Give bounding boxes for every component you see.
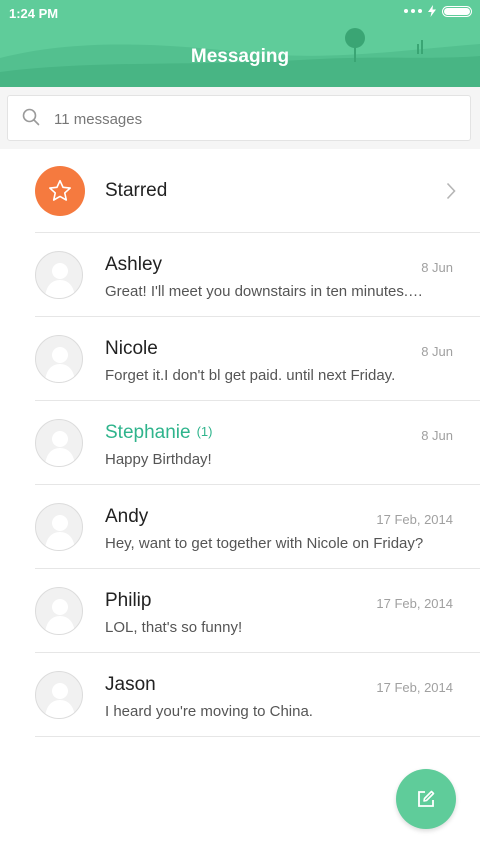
person-icon: [45, 347, 75, 382]
message-date: 17 Feb, 2014: [376, 512, 453, 527]
charging-icon: [428, 5, 436, 17]
starred-row[interactable]: Starred: [0, 149, 480, 233]
starred-label: Starred: [105, 180, 168, 201]
message-preview: Happy Birthday!: [105, 451, 212, 468]
page-title: Messaging: [190, 46, 290, 67]
message-date: 8 Jun: [421, 260, 453, 275]
person-icon: [45, 263, 75, 298]
conversation-row[interactable]: Philip 17 Feb, 2014 LOL, that's so funny…: [0, 569, 480, 653]
person-icon: [45, 599, 75, 634]
contact-name: Philip: [105, 590, 152, 611]
avatar: [35, 587, 83, 635]
conversation-list: Starred Ashley 8 Jun Great! I'll meet yo…: [0, 149, 480, 737]
message-preview: Hey, want to get together with Nicole on…: [105, 535, 424, 552]
avatar: [35, 503, 83, 551]
more-dots-icon: [404, 9, 422, 13]
message-date: 17 Feb, 2014: [376, 680, 453, 695]
compose-icon: [418, 790, 435, 807]
person-icon: [45, 515, 75, 550]
search-area: [0, 87, 480, 149]
avatar: [35, 251, 83, 299]
avatar: [35, 335, 83, 383]
message-preview: LOL, that's so funny!: [105, 619, 243, 636]
contact-name: Nicole: [105, 338, 158, 359]
star-icon: [49, 179, 71, 201]
contact-name: Jason: [105, 674, 156, 695]
divider: [35, 736, 480, 737]
conversation-row[interactable]: Stephanie (1) 8 Jun Happy Birthday!: [0, 401, 480, 485]
conversation-row[interactable]: Nicole 8 Jun Forget it.I don't bl get pa…: [0, 317, 480, 401]
battery-icon: [442, 5, 472, 17]
contact-name: Andy: [105, 506, 149, 527]
message-date: 8 Jun: [421, 344, 453, 359]
search-input[interactable]: [52, 106, 456, 132]
conversation-row[interactable]: Andy 17 Feb, 2014 Hey, want to get toget…: [0, 485, 480, 569]
person-icon: [45, 683, 75, 718]
search-icon: [22, 108, 40, 126]
chevron-right-icon: [446, 182, 456, 200]
app-header: 1:24 PM Messaging: [0, 0, 480, 87]
starred-avatar: [35, 166, 85, 216]
person-icon: [45, 431, 75, 466]
contact-name: Stephanie (1): [105, 422, 213, 443]
unread-count-badge: (1): [196, 424, 213, 439]
status-time: 1:24 PM: [9, 6, 59, 21]
contact-name: Ashley: [105, 254, 163, 275]
avatar: [35, 419, 83, 467]
status-icons: [404, 5, 472, 17]
conversation-row[interactable]: Jason 17 Feb, 2014 I heard you're moving…: [0, 653, 480, 737]
message-date: 8 Jun: [421, 428, 453, 443]
compose-button[interactable]: [396, 769, 456, 829]
message-preview: Great! I'll meet you downstairs in ten m…: [105, 283, 423, 300]
avatar: [35, 671, 83, 719]
conversation-row[interactable]: Ashley 8 Jun Great! I'll meet you downst…: [0, 233, 480, 317]
message-preview: Forget it.I don't bl get paid. until nex…: [105, 367, 396, 384]
message-date: 17 Feb, 2014: [376, 596, 453, 611]
message-preview: I heard you're moving to China.: [105, 703, 313, 720]
search-box[interactable]: [7, 95, 471, 141]
